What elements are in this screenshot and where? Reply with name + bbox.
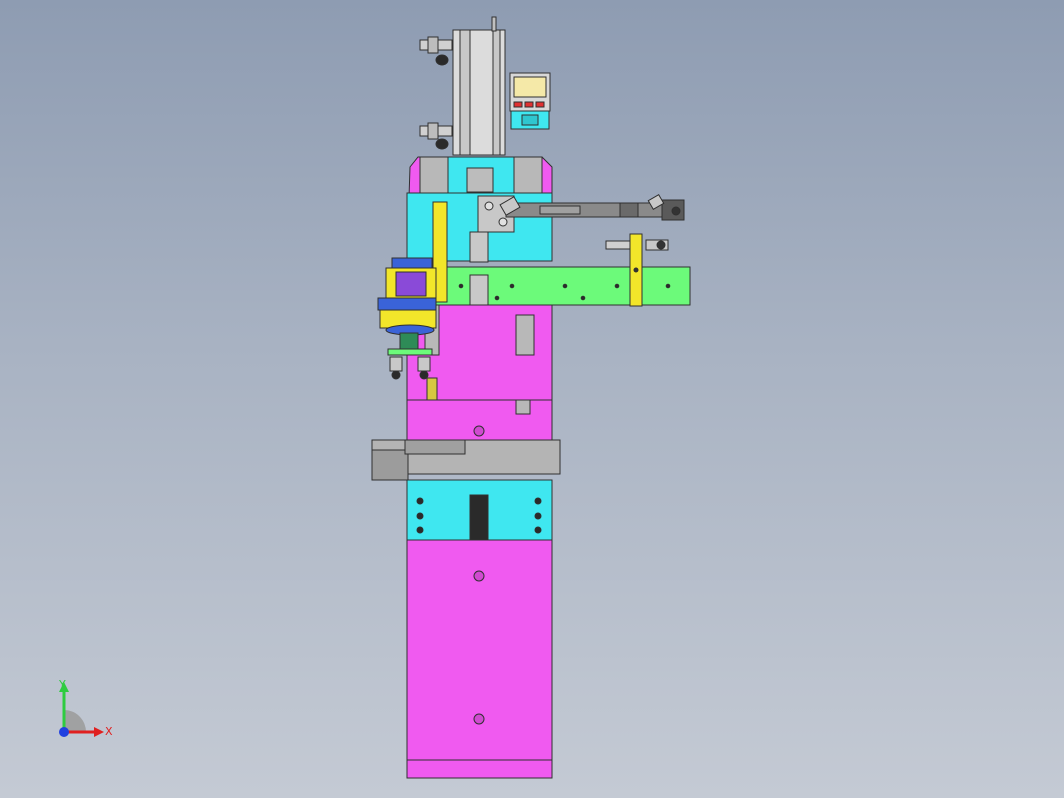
upper-grey-bracket-left [419, 156, 449, 194]
lower-cyan-slot [469, 494, 489, 541]
green-hole-5 [665, 283, 671, 289]
lower-cyan-hole-l2 [416, 512, 424, 520]
base-bolt-lower [473, 713, 485, 725]
top-cylinder-rail-right [492, 29, 501, 156]
lower-cyan-hole-l1 [416, 497, 424, 505]
x-axis-label: X [105, 725, 113, 738]
green-hole-2 [509, 283, 515, 289]
pressure-switch-display [509, 72, 551, 130]
lower-fitting-right [417, 356, 431, 380]
magenta-band-slot [515, 399, 531, 415]
green-hole-1 [458, 283, 464, 289]
cad-viewport[interactable] [0, 0, 1064, 798]
lower-cyan-hole-r3 [534, 526, 542, 534]
center-bolt-1 [484, 201, 494, 211]
lower-cyan-hole-r2 [534, 512, 542, 520]
lower-cyan-hole-r1 [534, 497, 542, 505]
center-bolt-2 [498, 217, 508, 227]
top-cylinder-rod [491, 16, 497, 32]
x-axis-head [94, 727, 104, 737]
grey-connector-block [469, 274, 489, 309]
base-foot [406, 759, 553, 779]
upper-grey-bracket-right [513, 156, 543, 194]
y-axis-label: Y [58, 678, 66, 691]
z-axis-dot [59, 727, 69, 737]
base-bolt-upper [473, 570, 485, 582]
top-cylinder-rail [459, 29, 471, 156]
green-hole-7 [580, 295, 586, 301]
yellow-bar-right-hole [633, 267, 639, 273]
coordinate-triad-icon: Y X [58, 678, 113, 738]
small-grey-block [469, 231, 489, 263]
green-hole-4 [614, 283, 620, 289]
magenta-band-bolt [473, 425, 485, 437]
air-fitting-lower [419, 122, 453, 150]
lower-fitting-left [389, 356, 403, 380]
middle-grey-slot [515, 314, 535, 356]
lower-cyan-hole-l3 [416, 526, 424, 534]
grey-lever-bracket [371, 439, 561, 481]
green-hole-3 [562, 283, 568, 289]
upper-cyan-block-inner [466, 167, 494, 193]
green-hole-6 [494, 295, 500, 301]
air-fitting-upper [419, 36, 453, 66]
